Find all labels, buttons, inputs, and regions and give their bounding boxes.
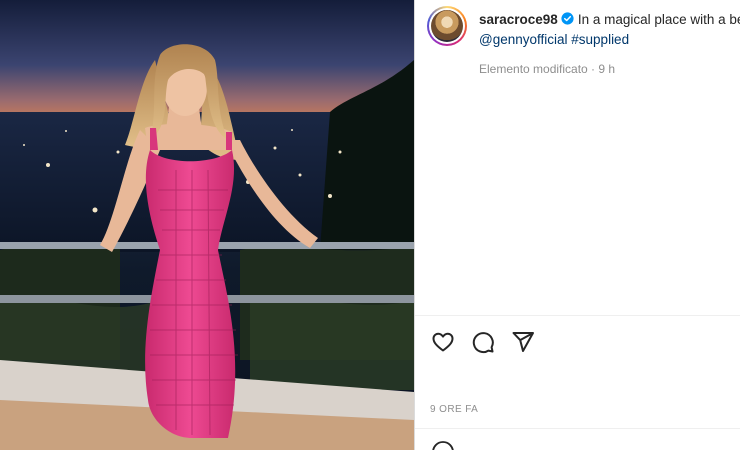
photo-illustration: [0, 0, 414, 450]
username-link[interactable]: saracroce98: [479, 12, 558, 27]
avatar[interactable]: [427, 6, 467, 46]
post-actions: [429, 328, 537, 356]
verified-badge-icon: [561, 12, 574, 25]
avatar-image: [431, 10, 463, 42]
comment-icon: [472, 332, 494, 354]
post-timestamp: 9 ORE FA: [430, 404, 479, 415]
post-caption: saracroce98 In a magical place with a bea…: [479, 10, 740, 50]
caption-text: In a magical place with a beautiful: [577, 12, 740, 27]
hashtag-link[interactable]: #supplied: [571, 32, 629, 47]
mention-link[interactable]: @gennyofficial: [479, 32, 568, 47]
emoji-icon[interactable]: [431, 440, 455, 450]
avatar-ring: [429, 8, 465, 44]
paper-plane-icon: [512, 332, 534, 352]
share-button[interactable]: [509, 328, 537, 356]
post-side-panel: saracroce98 In a magical place with a bea…: [415, 0, 740, 450]
comment-divider: [415, 428, 740, 429]
edited-meta: Elemento modificato · 9 h: [479, 62, 616, 76]
post-photo[interactable]: [0, 0, 414, 450]
heart-icon: [432, 332, 454, 352]
actions-divider: [415, 315, 740, 316]
like-button[interactable]: [429, 328, 457, 356]
comment-button[interactable]: [469, 328, 497, 356]
